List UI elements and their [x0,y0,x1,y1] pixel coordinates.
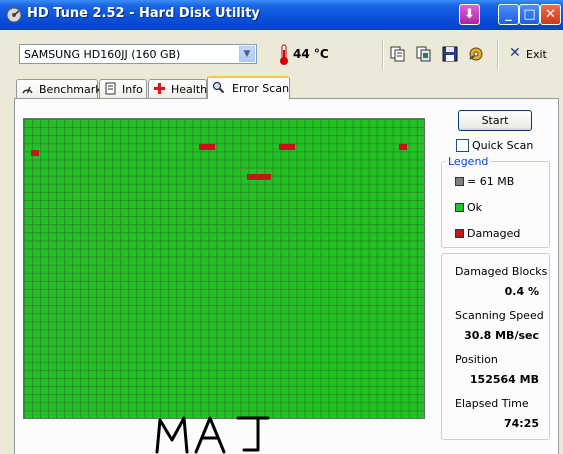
legend-swatch-block [455,177,464,186]
chevron-down-icon[interactable]: ▼ [239,46,255,62]
tab-health[interactable]: Health [148,79,207,98]
benchmark-icon [22,86,33,94]
tab-benchmark[interactable]: Benchmark [16,79,102,98]
damaged-block [199,144,215,150]
stats-group [441,253,550,440]
thermometer-icon [280,44,288,65]
damaged-blocks-label: Damaged Blocks [455,265,548,278]
title-bar: HD Tune 2.52 - Hard Disk Utility ⬇ _ □ ✕ [0,0,563,30]
window-title: HD Tune 2.52 - Hard Disk Utility [27,6,260,21]
close-icon[interactable]: ✕ [540,4,561,25]
copy-screenshot-icon[interactable] [415,45,433,63]
legend-swatch-damaged [455,229,464,238]
exit-button[interactable]: Exit [526,48,547,61]
quick-scan-checkbox[interactable] [456,139,469,152]
drive-select-value: SAMSUNG HD160JJ (160 GB) [24,48,181,61]
tab-info-label: Info [122,83,143,96]
handwritten-maj-annotation [155,416,270,454]
position-label: Position [455,353,498,366]
health-icon [154,83,165,94]
elapsed-time-value: 74:25 [503,417,539,430]
drive-select[interactable]: SAMSUNG HD160JJ (160 GB) ▼ [19,44,257,64]
start-button[interactable]: Start [458,110,532,131]
tab-error-scan[interactable]: Error Scan [207,76,290,99]
scan-block-grid [23,118,425,419]
extra-down-arrow-icon[interactable]: ⬇ [459,4,480,25]
tab-benchmark-label: Benchmark [39,83,102,96]
legend-label-block: = 61 MB [467,175,515,188]
options-icon[interactable] [467,45,485,63]
temperature-readout: 44 °C [293,47,329,61]
position-value: 152564 MB [469,373,539,386]
magnifier-icon [212,81,225,94]
exit-x-icon[interactable]: ✕ [509,46,521,60]
copy-text-icon[interactable] [389,45,407,63]
quick-scan-label[interactable]: Quick Scan [472,139,533,152]
damaged-block [31,150,39,156]
legend-swatch-ok [455,203,464,212]
damaged-block [399,144,407,150]
minimize-icon[interactable]: _ [498,4,519,25]
info-icon [105,82,116,95]
damaged-block [279,144,295,150]
damaged-block [247,174,271,180]
legend-label-damaged: Damaged [467,227,521,240]
legend-label-ok: Ok [467,201,483,214]
tab-info[interactable]: Info [99,79,147,98]
damaged-blocks-value: 0.4 % [504,285,539,298]
maximize-icon[interactable]: □ [519,4,540,25]
scanning-speed-value: 30.8 MB/sec [464,329,539,342]
scanning-speed-label: Scanning Speed [455,309,544,322]
elapsed-time-label: Elapsed Time [455,397,529,410]
toolbar-separator [382,40,384,70]
legend-title: Legend [446,155,491,168]
hdtune-app-icon [6,7,22,23]
toolbar-separator [497,40,499,70]
save-icon[interactable] [441,45,459,63]
tab-error-scan-label: Error Scan [232,82,290,95]
tab-health-label: Health [171,83,208,96]
